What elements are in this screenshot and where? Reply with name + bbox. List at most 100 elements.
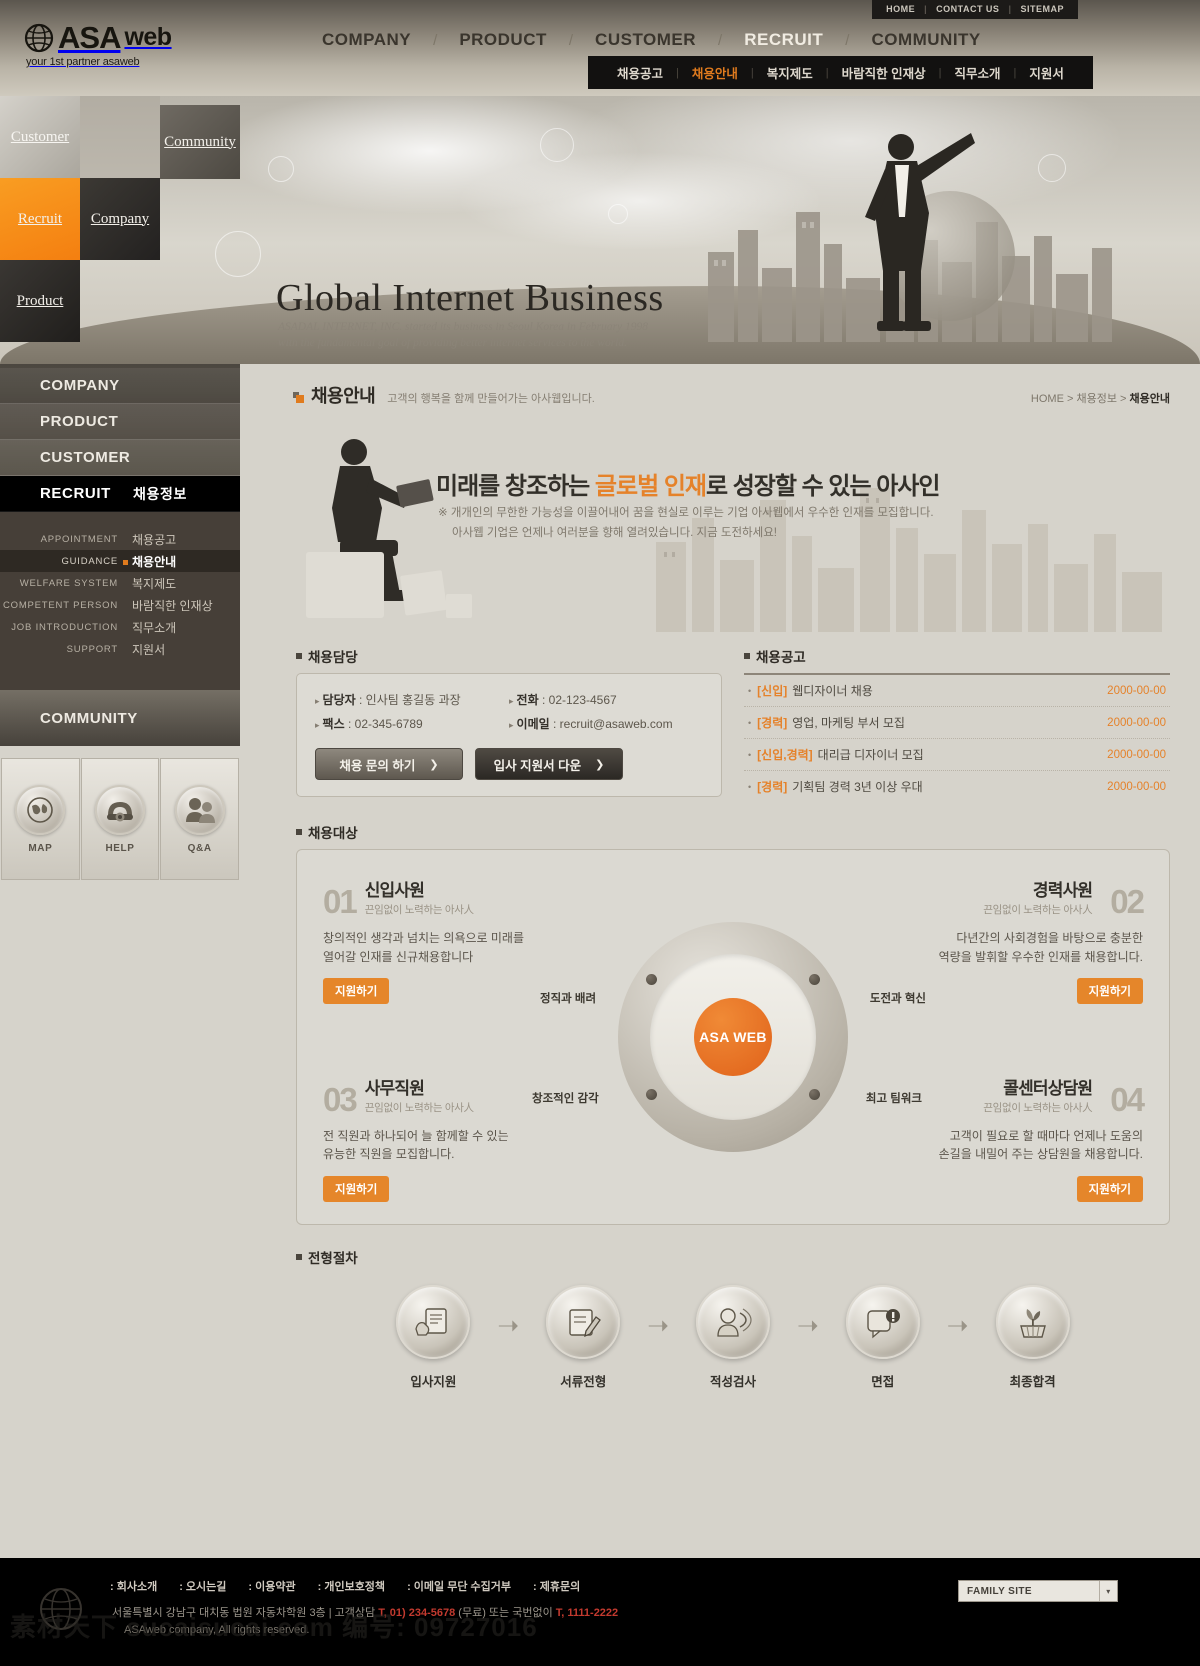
target-quadrant-01-desc: 창의적인 생각과 넘치는 의욕으로 미래를 열어갈 인재를 신규채용합니다 [323, 929, 573, 966]
footer-address-text: 서울특별시 강남구 대치동 법원 자동차학원 3층 | 고객상담 [112, 1607, 379, 1619]
footer-address-mid: (무료) 또는 국번없이 [455, 1607, 556, 1619]
arrow-right-icon: ➝ [647, 1309, 669, 1340]
chevron-right-icon: ❯ [429, 758, 439, 771]
sidebar-subitem-guidance[interactable]: GUIDANCE 채용안내 [0, 550, 240, 572]
hero-tile-customer[interactable]: Customer [0, 96, 80, 178]
section-marker-icon [296, 829, 302, 835]
subnav-item-guidance[interactable]: 채용안내 [679, 63, 751, 82]
quick-link-map[interactable]: MAP [1, 758, 80, 880]
breadcrumb-home[interactable]: HOME [1031, 393, 1064, 405]
sidebar-subitem-support[interactable]: SUPPORT 지원서 [0, 638, 240, 660]
gnb-item-recruit[interactable]: RECRUIT [722, 30, 845, 50]
contact-field-fax: ▸ 팩스 : 02-345-6789 [315, 717, 423, 731]
gnb-item-customer[interactable]: CUSTOMER [573, 30, 718, 50]
notice-row[interactable]: • [경력] 영업, 마케팅 부서 모집 2000-00-00 [744, 707, 1170, 739]
logo-brand-secondary: web [124, 23, 172, 51]
logo-tagline: your 1st partner asaweb [26, 56, 140, 68]
target-section-title: 채용대상 [308, 826, 358, 841]
diagram-node-4 [809, 1089, 820, 1100]
footer-link-about[interactable]: : 회사소개 [110, 1578, 157, 1594]
process-step-interview-label: 면접 [871, 1375, 895, 1389]
target-section: 채용대상 01 신입사원 끈임없이 노력하는 아사人 창의적인 생각과 넘치는 … [296, 822, 1170, 1225]
decorative-bubble [215, 231, 261, 277]
speaking-person-icon [696, 1285, 770, 1359]
contact-field-fax-value: 02-345-6789 [354, 717, 423, 731]
process-step-application-label: 입사지원 [410, 1375, 457, 1389]
recruit-inquiry-button[interactable]: 채용 문의 하기 ❯ [315, 748, 463, 780]
notice-row[interactable]: • [신입] 웹디자이너 채용 2000-00-00 [744, 675, 1170, 707]
footer-link-email-refusal[interactable]: : 이메일 무단 수집거부 [407, 1578, 511, 1594]
process-step-screening-label: 서류전형 [560, 1375, 607, 1389]
arrow-right-icon: ➝ [797, 1309, 819, 1340]
subnav-item-job-intro[interactable]: 직무소개 [941, 63, 1013, 82]
subnav-item-application[interactable]: 지원서 [1016, 63, 1077, 82]
footer-link-partnership[interactable]: : 제휴문의 [533, 1578, 580, 1594]
subnav-item-welfare[interactable]: 복지제도 [754, 63, 826, 82]
utility-link-home[interactable]: HOME [886, 4, 915, 14]
target-quadrant-03-name: 사무직원 [364, 1078, 425, 1098]
hero-tile-recruit[interactable]: Recruit [0, 178, 80, 260]
hero-description: ASADAL INTERNET, INC. started its busine… [278, 320, 798, 351]
gnb-item-community[interactable]: COMMUNITY [849, 30, 1002, 50]
notice-date: 2000-00-00 [1107, 780, 1166, 793]
target-quadrant-02-desc: 다년간의 사회경험을 바탕으로 충분한 역량을 발휘할 우수한 인재를 채용합니… [893, 929, 1143, 966]
sidebar-subitem-appointment-en: APPOINTMENT [40, 533, 118, 545]
utility-link-sitemap[interactable]: SITEMAP [1020, 4, 1064, 14]
hero-banner: Global Internet Business ASADAL INTERNET… [0, 96, 1200, 364]
sidebar-subitem-appointment[interactable]: APPOINTMENT 채용공고 [0, 528, 240, 550]
sidebar-subitem-guidance-en: GUIDANCE [61, 555, 118, 567]
sidebar-item-customer[interactable]: CUSTOMER [0, 440, 240, 476]
footer-tel-primary: T, 01) 234-5678 [378, 1607, 456, 1619]
breadcrumb-parent[interactable]: 채용정보 [1076, 393, 1116, 405]
sidebar-item-company[interactable]: COMPANY [0, 368, 240, 404]
notice-text: 기획팀 경력 3년 이상 우대 [792, 780, 923, 794]
target-quadrant-03-desc-line1: 전 직원과 하나되어 늘 함께할 수 있는 [323, 1128, 509, 1143]
target-quadrant-01-number: 01 [323, 883, 358, 921]
target-quadrant-01-head: 01 신입사원 끈임없이 노력하는 아사人 [323, 876, 573, 921]
target-quadrant-02-apply-button[interactable]: 지원하기 [1076, 978, 1143, 1005]
target-quadrant-01-slogan: 끈임없이 노력하는 아사人 [364, 904, 474, 916]
subnav-item-ideal-talent[interactable]: 바람직한 인재상 [829, 63, 939, 82]
contact-section-title-row: 채용담당 [296, 646, 722, 666]
application-download-button[interactable]: 입사 지원서 다운 ❯ [475, 748, 623, 780]
sidebar-item-recruit[interactable]: RECRUIT 채용정보 [0, 476, 240, 512]
site-logo[interactable]: ASA web your 1st partner asaweb [24, 22, 172, 68]
hero-tile-product[interactable]: Product [0, 260, 80, 342]
contact-field-phone-label: 전화 [516, 693, 539, 707]
notice-row[interactable]: • [경력] 기획팀 경력 3년 이상 우대 2000-00-00 [744, 771, 1170, 802]
sidebar-item-product[interactable]: PRODUCT [0, 404, 240, 440]
sidebar-subitem-welfare[interactable]: WELFARE SYSTEM 복지제도 [0, 572, 240, 594]
target-quadrant-01-desc-line2: 열어갈 인재를 신규채용합니다 [323, 949, 474, 964]
notice-tag: [신입,경력] [757, 748, 813, 762]
sidebar-subitem-support-en: SUPPORT [66, 643, 118, 655]
target-quadrant-04-desc-line2: 손길을 내밀어 주는 상담원을 채용합니다. [938, 1147, 1143, 1162]
target-quadrant-01-apply-button[interactable]: 지원하기 [323, 978, 390, 1005]
bullet-icon: ▸ [315, 696, 320, 706]
sidebar-subitem-competent-person[interactable]: COMPETENT PERSON 바람직한 인재상 [0, 594, 240, 616]
contact-buttons: 채용 문의 하기 ❯ 입사 지원서 다운 ❯ [315, 748, 703, 780]
footer-link-directions[interactable]: : 오시는길 [179, 1578, 226, 1594]
process-step-aptitude-test: 적성검사 [685, 1285, 781, 1390]
gnb-item-company[interactable]: COMPANY [300, 30, 433, 50]
sidebar-item-community[interactable]: COMMUNITY [0, 690, 240, 746]
target-quadrant-03-apply-button[interactable]: 지원하기 [323, 1176, 390, 1202]
quick-link-qna[interactable]: Q&A [160, 758, 240, 880]
footer-link-privacy[interactable]: : 개인보호정책 [318, 1578, 385, 1594]
subnav-item-job-posting[interactable]: 채용공고 [604, 63, 676, 82]
gnb-item-product[interactable]: PRODUCT [437, 30, 569, 50]
sidebar-subitem-job-introduction[interactable]: JOB INTRODUCTION 직무소개 [0, 616, 240, 638]
diagram-node-3-label: 창조적인 감각 [532, 1093, 599, 1105]
notice-tag: [신입] [757, 684, 788, 698]
hero-tile-company[interactable]: Company [80, 178, 160, 260]
quick-link-help[interactable]: HELP [80, 758, 160, 880]
family-site-select[interactable]: FAMILY SITE ▾ [958, 1580, 1118, 1602]
hero-tile-community[interactable]: Community [160, 105, 240, 179]
sprout-basket-icon [995, 1285, 1070, 1359]
page-slogan: 고객의 행복을 함께 만들어가는 아사웹입니다. [387, 393, 595, 405]
utility-link-contact[interactable]: CONTACT US [936, 4, 999, 14]
footer-link-terms[interactable]: : 이용약관 [248, 1578, 295, 1594]
notice-column: 채용공고 • [신입] 웹디자이너 채용 2000-00-00 • [경력] 영… [744, 646, 1170, 802]
target-quadrant-04-apply-button[interactable]: 지원하기 [1076, 1176, 1143, 1202]
notice-row[interactable]: • [신입,경력] 대리급 디자이너 모집 2000-00-00 [744, 739, 1170, 771]
target-quadrant-04-desc-line1: 고객이 필요로 할 때마다 언제나 도움의 [949, 1128, 1143, 1143]
